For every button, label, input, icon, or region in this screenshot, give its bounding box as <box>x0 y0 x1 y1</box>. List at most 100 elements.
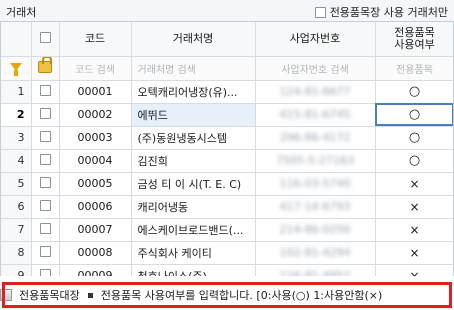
row-checkbox[interactable] <box>31 80 60 104</box>
row-select-checkbox[interactable] <box>39 107 51 119</box>
row-name[interactable]: 청호나이스(주) <box>131 264 256 276</box>
filter-icon[interactable] <box>9 62 22 76</box>
row-dedicated-use[interactable]: ○ <box>375 149 453 173</box>
header-biz-number[interactable]: 사업자번호 <box>255 22 376 57</box>
row-code[interactable]: 00006 <box>59 195 132 219</box>
table-row[interactable]: 6 00006 캐리어냉동 417-14-6793 × <box>1 195 453 219</box>
row-name[interactable]: 주식회사 케이티 <box>131 241 256 265</box>
row-name[interactable]: (주)동원냉동시스템 <box>131 126 256 150</box>
row-select-checkbox[interactable] <box>39 130 51 142</box>
row-checkbox[interactable] <box>31 103 60 127</box>
use-yes-symbol: ○ <box>408 107 421 122</box>
row-biz-number[interactable]: 124-81-6677 <box>255 80 376 104</box>
row-select-checkbox[interactable] <box>39 176 51 188</box>
header-dedicated-use[interactable]: 전용품목 사용여부 <box>375 22 453 57</box>
row-code[interactable]: 00003 <box>59 126 132 150</box>
row-dedicated-use[interactable]: × <box>375 218 453 242</box>
row-number: 4 <box>1 149 32 173</box>
status-separator-icon <box>87 292 93 298</box>
row-code[interactable]: 00005 <box>59 172 132 196</box>
row-dedicated-use[interactable]: ○ <box>375 126 453 150</box>
row-biz-number[interactable]: 296-86-4172 <box>255 126 376 150</box>
row-select-checkbox[interactable] <box>39 245 51 257</box>
status-left-label: 전용품목대장 <box>19 289 80 302</box>
row-name[interactable]: 에뛰드 <box>131 103 256 127</box>
use-no-symbol: × <box>409 245 420 260</box>
biz-number-text: 124-81-6677 <box>279 85 351 98</box>
table-row[interactable]: 7 00007 에스케이브로드밴드(... 214-86-0256 × <box>1 218 453 242</box>
row-dedicated-use[interactable]: × <box>375 264 453 277</box>
grid-header-row: 코드 거래처명 사업자번호 전용품목 사용여부 <box>1 22 453 57</box>
row-number: 8 <box>1 241 32 265</box>
row-name[interactable]: 오텍캐리어냉장(유)... <box>131 80 256 104</box>
row-number: 5 <box>1 172 32 196</box>
window-titlebar: 거래처 전용품목장 사용 거래처만 <box>0 0 454 22</box>
row-select-checkbox[interactable] <box>39 153 51 165</box>
row-select-checkbox[interactable] <box>39 199 51 211</box>
biz-number-text: 102-81-4294 <box>279 246 351 259</box>
table-row[interactable]: 5 00005 금성 티 이 시(T. E. C) 116-03-5740 × <box>1 172 453 196</box>
row-checkbox[interactable] <box>31 172 60 196</box>
lock-icon[interactable] <box>38 56 52 73</box>
table-row[interactable]: 2 00002 에뛰드 415-81-6745 ○ <box>1 103 453 127</box>
use-no-symbol: × <box>409 222 420 237</box>
table-row[interactable]: 4 00004 김진희 7505-5-27163 ○ <box>1 149 453 173</box>
row-name[interactable]: 금성 티 이 시(T. E. C) <box>131 172 256 196</box>
row-number: 2 <box>1 103 32 127</box>
filter-name[interactable]: 거래처명 검색 <box>131 56 256 81</box>
use-no-symbol: × <box>409 176 420 191</box>
table-row[interactable]: 1 00001 오텍캐리어냉장(유)... 124-81-6677 ○ <box>1 80 453 104</box>
filter-cell-icon[interactable] <box>1 56 32 81</box>
row-checkbox[interactable] <box>31 264 60 276</box>
row-checkbox[interactable] <box>31 126 60 150</box>
row-select-checkbox[interactable] <box>39 84 51 96</box>
row-dedicated-use[interactable]: ○ <box>375 103 453 127</box>
filter-biz-number[interactable]: 사업자번호 검색 <box>255 56 376 81</box>
row-code[interactable]: 00007 <box>59 218 132 242</box>
dedicated-only-checkbox[interactable] <box>314 6 326 18</box>
row-checkbox[interactable] <box>31 241 60 265</box>
row-biz-number[interactable]: 214-86-0256 <box>255 218 376 242</box>
header-name[interactable]: 거래처명 <box>131 22 256 57</box>
dedicated-only-option[interactable]: 전용품목장 사용 거래처만 <box>314 4 448 20</box>
row-code[interactable]: 00002 <box>59 103 132 127</box>
row-biz-number[interactable]: 116-81-4952 <box>255 264 376 276</box>
table-row[interactable]: 8 00008 주식회사 케이티 102-81-4294 × <box>1 241 453 265</box>
row-code[interactable]: 00008 <box>59 241 132 265</box>
row-biz-number[interactable]: 102-81-4294 <box>255 241 376 265</box>
biz-number-text: 116-81-4952 <box>279 269 351 276</box>
select-all-checkbox[interactable] <box>39 31 51 43</box>
window-title: 거래처 <box>6 6 37 19</box>
row-name[interactable]: 김진희 <box>131 149 256 173</box>
filter-dedicated-use[interactable]: 전용품목 <box>375 56 453 81</box>
header-select-all[interactable] <box>31 22 60 57</box>
row-biz-number[interactable]: 7505-5-27163 <box>255 149 376 173</box>
row-code[interactable]: 00001 <box>59 80 132 104</box>
row-checkbox[interactable] <box>31 218 60 242</box>
use-no-symbol: × <box>409 268 420 277</box>
row-dedicated-use[interactable]: × <box>375 195 453 219</box>
row-checkbox[interactable] <box>31 149 60 173</box>
header-row-number <box>1 22 32 57</box>
row-name[interactable]: 에스케이브로드밴드(... <box>131 218 256 242</box>
row-number: 7 <box>1 218 32 242</box>
table-row[interactable]: 9 00009 청호나이스(주) 116-81-4952 × <box>1 264 453 277</box>
row-checkbox[interactable] <box>31 195 60 219</box>
row-select-checkbox[interactable] <box>39 222 51 234</box>
row-dedicated-use[interactable]: ○ <box>375 80 453 104</box>
row-select-checkbox[interactable] <box>39 268 51 276</box>
biz-number-text: 7505-5-27163 <box>276 154 354 167</box>
row-biz-number[interactable]: 417-14-6793 <box>255 195 376 219</box>
row-biz-number[interactable]: 415-81-6745 <box>255 103 376 127</box>
table-row[interactable]: 3 00003 (주)동원냉동시스템 296-86-4172 ○ <box>1 126 453 150</box>
customer-grid: 코드 거래처명 사업자번호 전용품목 사용여부 코드 검색 거래처명 검색 사업… <box>0 22 454 276</box>
row-code[interactable]: 00009 <box>59 264 132 276</box>
row-dedicated-use[interactable]: × <box>375 172 453 196</box>
filter-code[interactable]: 코드 검색 <box>59 56 132 81</box>
row-biz-number[interactable]: 116-03-5740 <box>255 172 376 196</box>
row-code[interactable]: 00004 <box>59 149 132 173</box>
header-code[interactable]: 코드 <box>59 22 132 57</box>
row-dedicated-use[interactable]: × <box>375 241 453 265</box>
filter-cell-lock[interactable] <box>31 56 60 81</box>
row-name[interactable]: 캐리어냉동 <box>131 195 256 219</box>
